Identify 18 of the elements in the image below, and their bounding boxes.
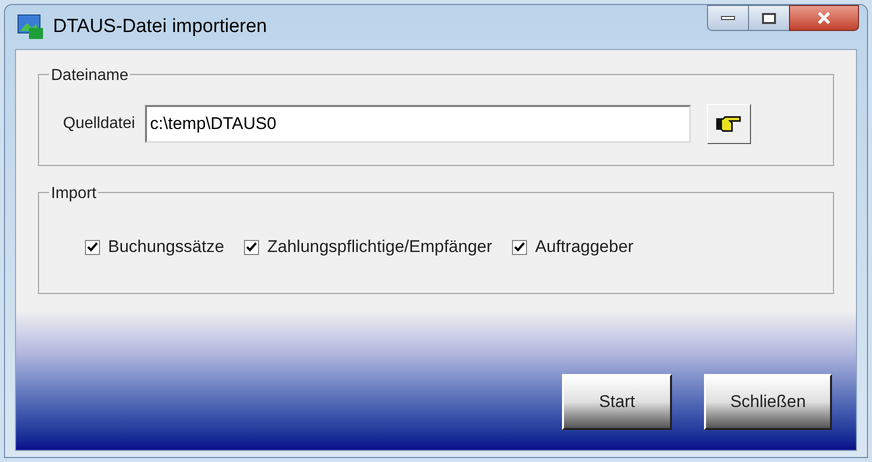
dialog-button[interactable]: Start	[562, 374, 672, 430]
window-title: DTAUS-Datei importieren	[53, 14, 267, 39]
field-label: Quelldatei	[63, 114, 136, 134]
checkbox[interactable]	[244, 240, 260, 254]
maximize-button[interactable]	[749, 5, 789, 31]
source-file-field[interactable]: c:\temp\DTAUS0	[145, 105, 692, 143]
dialog-button[interactable]: Schließen	[704, 374, 832, 430]
checkbox-label: Zahlungspflichtige/Empfänger	[267, 236, 492, 258]
checkbox-label: Buchungssätze	[108, 236, 224, 258]
close-icon	[817, 12, 831, 24]
app-icon	[17, 14, 45, 40]
checkbox[interactable]	[512, 240, 528, 254]
minimize-button[interactable]	[707, 5, 749, 31]
close-button[interactable]	[789, 5, 859, 31]
browse-button[interactable]	[707, 104, 752, 144]
checkbox-label: Auftraggeber	[535, 236, 634, 258]
pointing-hand-icon	[716, 115, 742, 133]
checkbox[interactable]	[85, 240, 100, 254]
